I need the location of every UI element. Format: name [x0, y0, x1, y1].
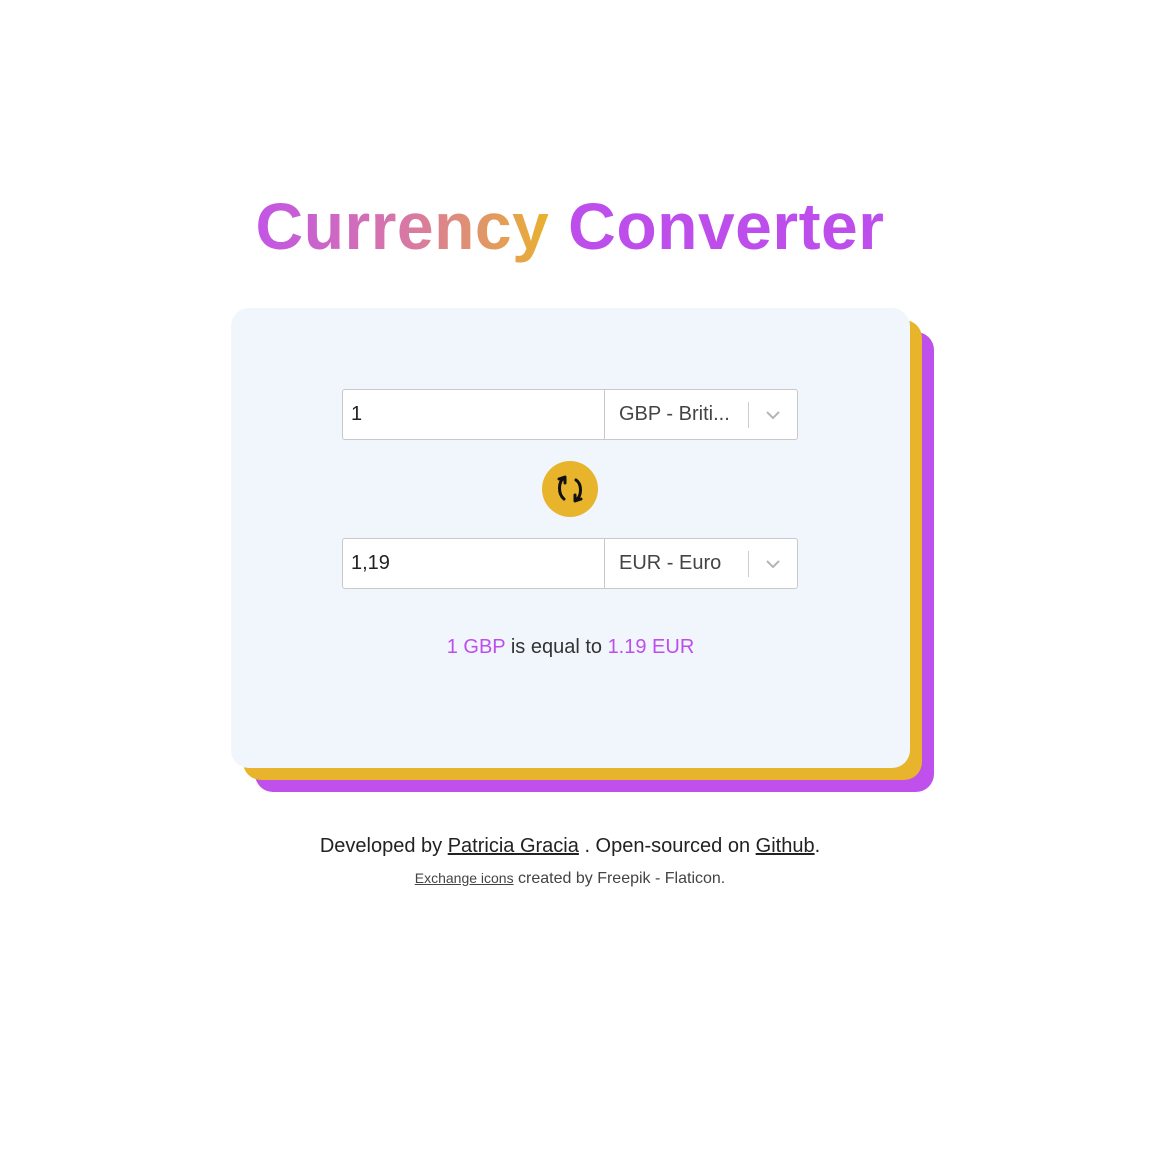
footer-icon-credit: Exchange icons created by Freepik - Flat…: [0, 870, 1140, 888]
result-from-value: 1 GBP: [446, 636, 506, 658]
github-link[interactable]: Github: [756, 835, 815, 857]
icons-credit-text: created by Freepik - Flaticon.: [518, 870, 726, 887]
from-amount-input[interactable]: [342, 389, 605, 440]
footer-developed-by: Developed by: [319, 835, 443, 857]
footer-credits: Developed by Patricia Gracia . Open-sour…: [0, 835, 1140, 858]
from-currency-value: GBP - Briti...: [619, 403, 730, 425]
chevron-down-icon[interactable]: [749, 410, 797, 420]
author-link[interactable]: Patricia Gracia: [448, 835, 579, 857]
to-currency-select[interactable]: EUR - Euro: [604, 538, 798, 589]
swap-button[interactable]: [542, 461, 598, 517]
footer-period: .: [814, 835, 821, 857]
from-currency-select[interactable]: GBP - Briti...: [604, 389, 798, 440]
to-currency-value: EUR - Euro: [619, 552, 722, 574]
page-title: Currency Converter: [0, 186, 1140, 266]
to-amount-input[interactable]: [342, 538, 605, 589]
footer-open-sourced: . Open-sourced on: [584, 835, 751, 857]
result-to-value: 1.19 EUR: [607, 636, 695, 658]
page: Currency Converter GBP - Briti...: [0, 0, 1157, 1157]
exchange-arrows-icon: [557, 475, 583, 503]
from-row: GBP - Briti...: [342, 389, 798, 440]
conversion-result: 1 GBP is equal to 1.19 EUR: [231, 636, 910, 659]
converter-card: GBP - Briti... EUR - Euro: [231, 308, 910, 768]
to-row: EUR - Euro: [342, 538, 798, 589]
exchange-icons-link[interactable]: Exchange icons: [415, 870, 514, 886]
title-word-converter: Converter: [568, 189, 885, 263]
result-middle-text: is equal to: [510, 636, 602, 658]
title-word-currency: Currency: [255, 189, 550, 263]
chevron-down-icon[interactable]: [749, 559, 797, 569]
